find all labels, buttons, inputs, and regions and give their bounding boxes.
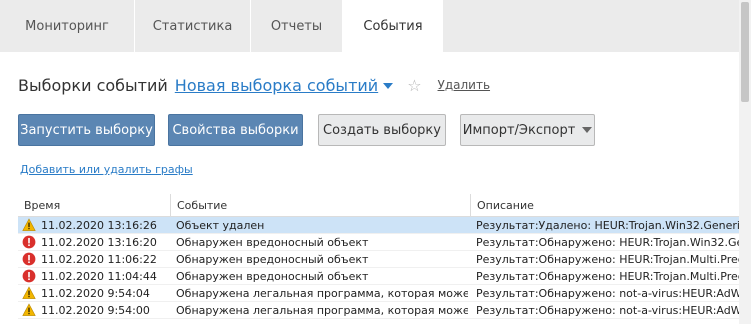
chevron-down-icon[interactable] — [383, 83, 394, 89]
time-cell: 11.02.2020 11:04:44 — [22, 268, 172, 284]
selection-name-link[interactable]: Новая выборка событий — [175, 76, 378, 95]
table-row[interactable]: 11.02.2020 9:54:00 Обнаружена легальная п… — [18, 302, 739, 319]
description-cell: Результат: Обнаружено: HEUR:Trojan.Multi.… — [470, 268, 739, 284]
column-header-event[interactable]: Событие — [170, 194, 470, 217]
add-remove-columns-link[interactable]: Добавить или удалить графы — [20, 163, 193, 176]
delete-link[interactable]: Удалить — [438, 78, 491, 92]
description-cell: Результат: Обнаружено: not-a-virus:HEUR:A… — [470, 285, 739, 301]
time-cell: 11.02.2020 9:54:04 — [22, 285, 172, 301]
tab-bar: Мониторинг Статистика Отчеты События — [0, 0, 751, 52]
star-icon[interactable]: ☆ — [407, 76, 421, 95]
warning-icon — [22, 286, 36, 300]
description-cell: Результат: Обнаружено: HEUR:Trojan.Win32.… — [470, 234, 739, 250]
tab-monitoring[interactable]: Мониторинг — [0, 0, 135, 52]
error-icon — [22, 252, 36, 266]
tab-events[interactable]: События — [343, 0, 443, 52]
result-value: Удалено: HEUR:Trojan.Win32.Generic — [538, 218, 739, 232]
result-value: Обнаружено: HEUR:Trojan.Win32.Generic — [538, 235, 739, 249]
page-title: Выборки событий — [18, 75, 168, 95]
result-value: Обнаружено: not-a-virus:HEUR:AdWar — [538, 303, 739, 317]
description-cell: Результат: Обнаружено: not-a-virus:HEUR:A… — [470, 302, 739, 318]
time-cell: 11.02.2020 11:06:22 — [22, 251, 172, 267]
table-row[interactable]: 11.02.2020 11:04:44 Обнаружен вредоносный… — [18, 268, 739, 285]
time-text: 11.02.2020 11:06:22 — [41, 252, 157, 266]
table-row[interactable]: 11.02.2020 11:06:22 Обнаружен вредоносный… — [18, 251, 739, 268]
error-icon — [22, 235, 36, 249]
time-text: 11.02.2020 13:16:20 — [41, 235, 157, 249]
description-cell: Результат: Обнаружено: HEUR:Trojan.Multi.… — [470, 251, 739, 267]
event-cell: Обнаружен вредоносный объект — [176, 269, 369, 283]
time-text: 11.02.2020 9:54:04 — [41, 286, 150, 300]
column-header-description[interactable]: Описание — [470, 194, 739, 217]
result-label: Результат: — [476, 252, 539, 266]
tab-statistics[interactable]: Статистика — [135, 0, 251, 52]
time-text: 11.02.2020 13:16:26 — [41, 218, 157, 232]
selection-properties-button[interactable]: Свойства выборки — [168, 114, 303, 146]
warning-icon — [22, 303, 36, 317]
create-selection-button[interactable]: Создать выборку — [318, 114, 446, 146]
column-header-time[interactable]: Время — [18, 194, 170, 217]
table-header: Время Событие Описание — [18, 194, 739, 217]
chevron-down-icon — [582, 127, 593, 133]
time-text: 11.02.2020 9:54:00 — [41, 303, 150, 317]
result-label: Результат: — [476, 286, 539, 300]
result-value: Обнаружено: not-a-virus:HEUR:AdWar — [538, 286, 739, 300]
result-label: Результат: — [476, 303, 539, 317]
vertical-scrollbar[interactable] — [739, 0, 751, 324]
event-cell: Обнаружен вредоносный объект — [176, 252, 369, 266]
import-export-label: Импорт/Экспорт — [462, 122, 576, 138]
warning-icon — [22, 218, 36, 232]
title-row: Выборки событий Новая выборка событий ☆ … — [18, 72, 490, 98]
scrollbar-thumb[interactable] — [741, 2, 749, 102]
event-cell: Обнаружен вредоносный объект — [176, 235, 369, 249]
event-cell: Объект удален — [176, 218, 265, 232]
table-row[interactable]: 11.02.2020 13:16:20 Обнаружен вредоносный… — [18, 234, 739, 251]
result-label: Результат: — [476, 269, 539, 283]
result-label: Результат: — [476, 235, 539, 249]
description-cell: Результат: Удалено: HEUR:Trojan.Win32.Gen… — [470, 217, 739, 233]
run-selection-button[interactable]: Запустить выборку — [18, 114, 155, 146]
time-cell: 11.02.2020 13:16:20 — [22, 234, 172, 250]
result-label: Результат: — [476, 218, 539, 232]
table-row[interactable]: 11.02.2020 13:16:26 Объект удален Результа… — [18, 217, 739, 234]
result-value: Обнаружено: HEUR:Trojan.Multi.Preqw — [538, 269, 739, 283]
time-cell: 11.02.2020 9:54:00 — [22, 302, 172, 318]
time-cell: 11.02.2020 13:16:26 — [22, 217, 172, 233]
tab-reports[interactable]: Отчеты — [251, 0, 343, 52]
events-table: Время Событие Описание 11.02.2020 13:16:… — [18, 194, 739, 319]
event-cell: Обнаружена легальная программа, которая … — [176, 303, 468, 317]
error-icon — [22, 269, 36, 283]
table-row[interactable]: 11.02.2020 9:54:04 Обнаружена легальная п… — [18, 285, 739, 302]
import-export-button[interactable]: Импорт/Экспорт — [460, 114, 595, 146]
result-value: Обнаружено: HEUR:Trojan.Multi.Preqw — [538, 252, 739, 266]
time-text: 11.02.2020 11:04:44 — [41, 269, 157, 283]
event-cell: Обнаружена легальная программа, которая … — [176, 286, 468, 300]
table-body: 11.02.2020 13:16:26 Объект удален Результа… — [18, 217, 739, 319]
